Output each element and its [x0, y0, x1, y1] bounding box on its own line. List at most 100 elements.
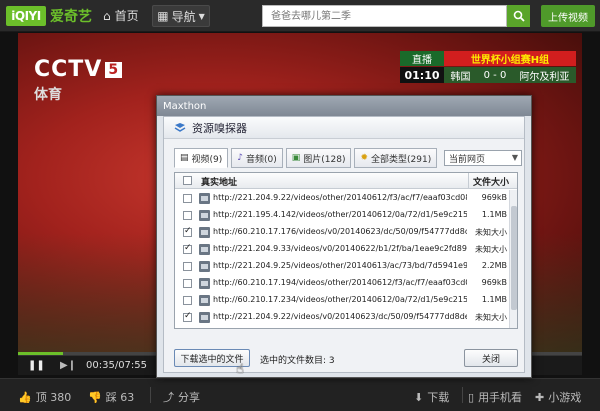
table-row[interactable]: http://221.195.4.142/videos/other/201406… [175, 207, 509, 224]
row-size: 未知大小 [475, 313, 507, 322]
nav-menu-button[interactable]: ▦ 导航 ▼ [152, 5, 210, 27]
page-scope-select[interactable]: 当前网页 ▼ [444, 150, 522, 166]
mobile-label: 用手机看 [478, 391, 523, 404]
playback-time: 00:35/07:55 [86, 360, 148, 371]
table-row[interactable]: http://60.210.17.234/videos/other/201406… [175, 292, 509, 309]
dialog-heading: 资源嗅探器 [192, 121, 247, 135]
table-header: 真实地址 文件大小 [175, 173, 517, 189]
row-size: 969kB [481, 193, 507, 202]
download-button[interactable]: ⬇ 下载 [414, 389, 449, 405]
top-header: iQIYI 爱奇艺 ⌂ 首页 ▦ 导航 ▼ 上传视频 [0, 0, 600, 32]
match-teams: 韩国 0 - 0 阿尔及利亚 [444, 67, 576, 83]
video-file-icon [199, 193, 210, 204]
share-button[interactable]: ⤴ 分享 [163, 389, 200, 405]
team-away: 阿尔及利亚 [519, 71, 570, 83]
table-row[interactable]: http://60.210.17.194/videos/other/201406… [175, 275, 509, 292]
scoreboard: 直播 世界杯小组赛H组 01:10 韩国 0 - 0 阿尔及利亚 [400, 51, 576, 87]
row-checkbox[interactable] [183, 279, 192, 288]
type-tabs: ▤ 视频(9) ♪ 音频(0) ▣ 图片(128) ✹ 全部类型(291) [174, 148, 438, 168]
match-title: 世界杯小组赛H组 [444, 51, 576, 66]
divider [462, 387, 463, 403]
search-button[interactable] [507, 5, 530, 27]
select-all-checkbox[interactable] [183, 176, 192, 185]
scrollbar-thumb[interactable] [511, 206, 517, 310]
tab-label: 视频(9) [191, 154, 223, 165]
chevron-down-icon: ▼ [198, 11, 205, 21]
row-url: http://221.204.9.25/videos/other/2014061… [213, 261, 467, 270]
page-scope-value: 当前网页 [449, 154, 486, 165]
row-url: http://221.204.9.22/videos/v0/20140623/d… [213, 312, 467, 321]
live-badge: 直播 [400, 51, 444, 66]
mini-games-button[interactable]: ✚ 小游戏 [535, 389, 581, 405]
row-size: 2.2MB [481, 261, 507, 270]
nav-menu-label: 导航 [171, 9, 196, 24]
share-icon: ⤴ [163, 391, 174, 404]
pause-icon[interactable]: ❚❚ [28, 360, 45, 371]
row-checkbox[interactable] [183, 262, 192, 271]
music-note-icon: ♪ [237, 153, 244, 163]
row-size: 969kB [481, 278, 507, 287]
dislike-label: 踩 63 [105, 391, 135, 404]
tab-audio[interactable]: ♪ 音频(0) [231, 148, 283, 168]
table-rows: http://221.204.9.22/videos/other/2014061… [175, 190, 509, 326]
row-size: 未知大小 [475, 228, 507, 237]
close-button[interactable]: 关闭 [464, 349, 518, 367]
hand-cursor-icon: ☝ [236, 362, 244, 377]
sun-icon: ✹ [360, 153, 369, 163]
dislike-button[interactable]: 👎 踩 63 [88, 389, 134, 405]
upload-video-button[interactable]: 上传视频 [541, 5, 595, 27]
games-label: 小游戏 [548, 391, 582, 404]
table-row[interactable]: http://221.204.9.33/videos/v0/20140622/b… [175, 241, 509, 258]
row-checkbox[interactable] [183, 226, 192, 237]
channel-name: CCTV [34, 57, 103, 82]
like-button[interactable]: 👍 顶 380 [18, 389, 71, 405]
channel-number: 5 [105, 62, 123, 78]
row-checkbox[interactable] [183, 243, 192, 254]
site-logo[interactable]: iQIYI 爱奇艺 [6, 5, 92, 27]
dialog-header: 资源嗅探器 [164, 117, 524, 139]
dialog-body: 资源嗅探器 ▤ 视频(9) ♪ 音频(0) ▣ 图片(128) ✹ 全部类型(2… [163, 116, 525, 377]
table-row[interactable]: http://221.204.9.25/videos/other/2014061… [175, 258, 509, 275]
row-checkbox[interactable] [183, 194, 192, 203]
next-icon[interactable]: ▶❙ [60, 360, 76, 371]
row-checkbox[interactable] [183, 296, 192, 305]
table-row[interactable]: http://221.204.9.22/videos/other/2014061… [175, 190, 509, 207]
video-file-icon [199, 210, 210, 221]
table-row[interactable]: http://221.204.9.22/videos/v0/20140623/d… [175, 309, 509, 326]
search-input[interactable] [262, 5, 507, 27]
divider [150, 387, 151, 403]
image-icon: ▣ [291, 153, 301, 163]
phone-icon: ▯ [468, 390, 475, 404]
thumbs-up-icon: 👍 [18, 390, 32, 404]
download-icon: ⬇ [414, 390, 424, 404]
table-row[interactable]: http://60.210.17.176/videos/v0/20140623/… [175, 224, 509, 241]
dialog-titlebar[interactable]: Maxthon [157, 96, 531, 116]
like-label: 顶 380 [35, 391, 72, 404]
video-file-icon [199, 244, 210, 255]
radar-icon [174, 122, 186, 132]
row-url: http://60.210.17.234/videos/other/201406… [213, 295, 467, 304]
tab-images[interactable]: ▣ 图片(128) [285, 148, 352, 168]
tab-label: 音频(0) [246, 154, 277, 165]
row-size: 1.1MB [481, 210, 507, 219]
row-checkbox[interactable] [183, 311, 192, 322]
column-size[interactable]: 文件大小 [473, 175, 509, 188]
mobile-watch-button[interactable]: ▯ 用手机看 [468, 389, 522, 405]
video-file-icon [199, 278, 210, 289]
channel-sub: 体育 [34, 87, 62, 103]
match-time: 01:10 [400, 67, 444, 83]
thumbs-down-icon: 👎 [88, 390, 102, 404]
gamepad-icon: ✚ [535, 390, 545, 404]
logo-mark: iQIYI [6, 6, 46, 26]
team-home: 韩国 [450, 71, 471, 83]
chevron-down-icon: ▼ [511, 153, 518, 162]
video-file-icon [199, 227, 210, 238]
row-checkbox[interactable] [183, 211, 192, 220]
table-scrollbar[interactable] [509, 190, 517, 328]
tab-all-types[interactable]: ✹ 全部类型(291) [354, 148, 438, 168]
column-url[interactable]: 真实地址 [201, 175, 237, 188]
match-score: 0 - 0 [483, 69, 507, 81]
nav-home-link[interactable]: ⌂ 首页 [103, 7, 139, 24]
column-divider [468, 173, 469, 189]
tab-video[interactable]: ▤ 视频(9) [174, 148, 229, 168]
